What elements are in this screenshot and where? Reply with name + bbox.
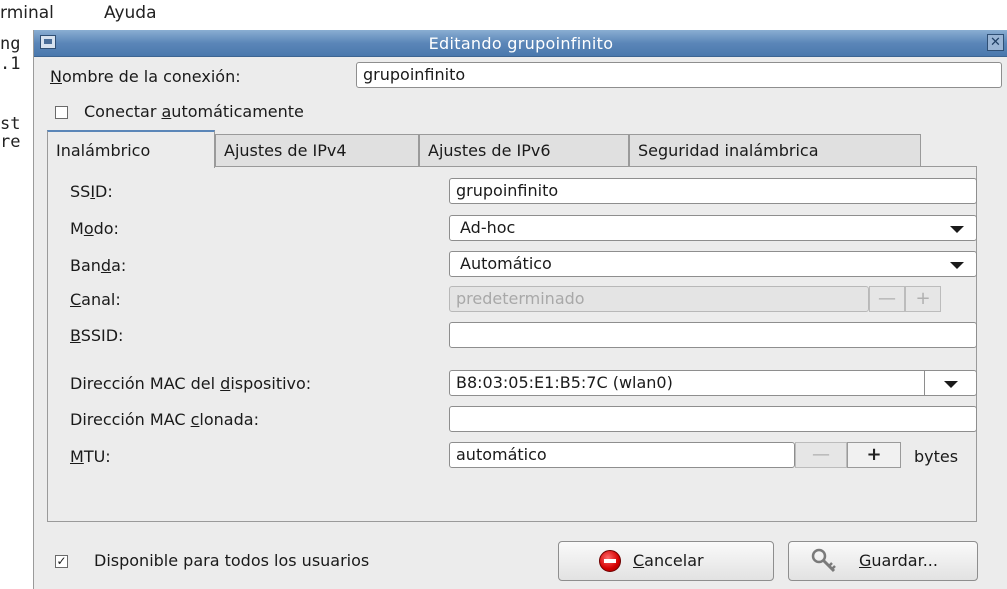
all-users-label[interactable]: Disponible para todos los usuarios — [94, 551, 369, 570]
window-title: Editando grupoinfinito — [428, 34, 614, 53]
mtu-input[interactable]: automático — [449, 442, 795, 468]
channel-input[interactable]: predeterminado — [449, 286, 869, 312]
device-mac-dropdown-button[interactable] — [924, 370, 977, 396]
terminal-text: re — [0, 132, 21, 152]
band-select-value: Automático — [460, 254, 552, 273]
cancel-button-label: Cancelar — [633, 551, 704, 570]
mode-select[interactable]: Ad-hoc — [449, 215, 977, 241]
cancel-button[interactable]: Cancelar — [558, 541, 774, 581]
channel-increment-button[interactable]: + — [905, 286, 941, 312]
device-mac-combo-entry[interactable]: B8:03:05:E1:B5:7C (wlan0) — [449, 370, 925, 396]
connection-name-label-text: ombre de la conexión: — [61, 67, 241, 86]
save-button[interactable]: Guardar... — [788, 541, 978, 581]
terminal-text: st — [0, 114, 21, 134]
autoconnect-checkbox[interactable] — [55, 106, 68, 119]
terminal-text: .1 — [0, 54, 21, 74]
device-mac-label: Dirección MAC del dispositivo: — [70, 374, 312, 393]
bssid-label: BSSID: — [70, 326, 124, 345]
band-select[interactable]: Automático — [449, 251, 977, 277]
mtu-label: MTU: — [70, 447, 111, 466]
chevron-down-icon — [950, 226, 964, 233]
mode-label: Modo: — [70, 219, 119, 238]
band-label: Banda: — [70, 256, 127, 275]
mtu-decrement-button[interactable]: — — [795, 442, 847, 468]
ssid-input[interactable]: grupoinfinito — [449, 178, 977, 204]
titlebar[interactable]: Editando grupoinfinito ✕ — [34, 30, 1007, 57]
terminal-text: ng — [0, 34, 21, 54]
cloned-mac-input[interactable] — [449, 406, 977, 432]
cloned-mac-label: Dirección MAC clonada: — [70, 410, 259, 429]
connection-name-input[interactable]: grupoinfinito — [356, 62, 1002, 88]
mtu-increment-button[interactable]: + — [847, 442, 901, 468]
tab-ipv6[interactable]: Ajustes de IPv6 — [419, 134, 629, 167]
tab-seguridad[interactable]: Seguridad inalámbrica — [629, 134, 921, 167]
autoconnect-label[interactable]: Conectar automáticamente — [84, 102, 304, 121]
menu-terminal[interactable]: rminal — [0, 3, 54, 23]
close-button[interactable]: ✕ — [987, 34, 1004, 51]
channel-decrement-button[interactable]: — — [869, 286, 905, 312]
tab-ipv4[interactable]: Ajustes de IPv4 — [215, 134, 419, 167]
chevron-down-icon — [944, 381, 958, 388]
all-users-checkbox[interactable]: ✓ — [55, 555, 68, 568]
mtu-unit-label: bytes — [914, 447, 959, 466]
edit-connection-dialog: Editando grupoinfinito ✕ Nombre de la co… — [33, 30, 1007, 589]
chevron-down-icon — [950, 262, 964, 269]
ssid-label: SSID: — [70, 182, 113, 201]
save-button-label: Guardar... — [859, 551, 938, 570]
menu-ayuda[interactable]: Ayuda — [104, 3, 157, 23]
bssid-input[interactable] — [449, 322, 977, 348]
keys-icon — [811, 548, 836, 573]
connection-name-label: Nombre de la conexión: — [50, 67, 241, 86]
tab-inalambrico[interactable]: Inalámbrico — [47, 130, 215, 168]
channel-label: Canal: — [70, 290, 121, 309]
mode-select-value: Ad-hoc — [460, 218, 516, 237]
stop-icon — [599, 550, 621, 572]
